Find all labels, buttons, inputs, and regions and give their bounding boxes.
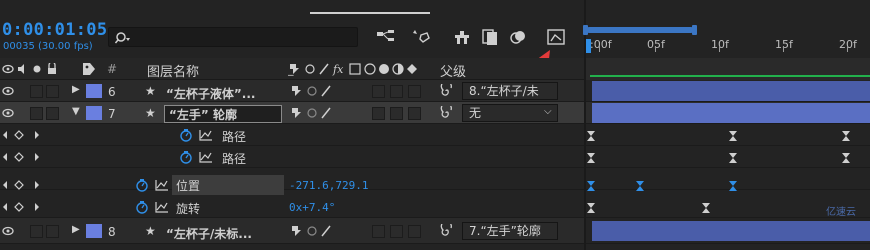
- collapse-triangle-icon[interactable]: ▼: [72, 106, 80, 117]
- number-column-header: #: [107, 62, 118, 76]
- work-area-indicator: [590, 75, 870, 77]
- watermark: 亿速云: [826, 207, 856, 218]
- pickwhip-spiral-icon[interactable]: [440, 106, 454, 120]
- ruler-tick: [655, 46, 656, 52]
- switch-box[interactable]: [372, 225, 385, 238]
- ruler-tick: [783, 46, 784, 52]
- parent-dropdown[interactable]: 7.“左手”轮廓: [462, 222, 558, 240]
- graph-editor-icon[interactable]: [546, 28, 566, 46]
- shape-layer-star-icon: ★: [145, 106, 156, 120]
- current-time-display[interactable]: 0:00:01:05: [2, 20, 107, 40]
- ruler-tick: [847, 46, 848, 52]
- layer-duration-bar[interactable]: [592, 221, 870, 241]
- lock-switch[interactable]: [46, 107, 59, 120]
- keyframe-navigator[interactable]: [2, 180, 42, 190]
- property-name: 路径: [222, 152, 247, 166]
- layer-switches[interactable]: [290, 84, 340, 98]
- composition-flowchart-icon[interactable]: [376, 28, 396, 46]
- layer-number: 6: [108, 85, 116, 99]
- work-area-bar[interactable]: [586, 27, 694, 33]
- layer-number: 8: [108, 225, 116, 239]
- keyframe-navigator[interactable]: [2, 202, 42, 212]
- switch-box[interactable]: [408, 225, 421, 238]
- stopwatch-graph-icons[interactable]: [135, 200, 169, 214]
- layer-name-column-header[interactable]: 图层名称: [147, 61, 199, 80]
- av-switches-header-icon: [2, 63, 56, 74]
- pickwhip-spiral-icon[interactable]: [440, 224, 454, 238]
- ruler-tick: [719, 46, 720, 52]
- shy-layers-icon[interactable]: [452, 28, 472, 46]
- switch-box[interactable]: [390, 85, 403, 98]
- svg-text:fx: fx: [332, 63, 344, 76]
- layer-number: 7: [108, 107, 116, 121]
- frame-blending-icon[interactable]: [480, 28, 500, 46]
- keyframe-navigator[interactable]: [2, 152, 42, 162]
- layer-switches-header-icons: _ fx: [288, 63, 417, 76]
- lock-switch[interactable]: [46, 225, 59, 238]
- solo-switch[interactable]: [30, 85, 43, 98]
- parent-dropdown[interactable]: 8.“左杯子/未: [462, 82, 558, 100]
- visibility-eye-icon[interactable]: [2, 107, 14, 119]
- stopwatch-graph-icons[interactable]: [179, 150, 213, 164]
- switch-box[interactable]: [390, 107, 403, 120]
- motion-blur-icon[interactable]: [508, 28, 528, 46]
- solo-switch[interactable]: [30, 107, 43, 120]
- expand-triangle-icon[interactable]: ▶: [72, 84, 80, 95]
- ruler-label: :00f: [590, 38, 612, 51]
- keyframes[interactable]: [586, 130, 870, 142]
- position-value[interactable]: -271.6,729.1: [289, 179, 368, 192]
- property-name-highlighted[interactable]: 位置: [172, 175, 284, 195]
- keyframes[interactable]: [586, 180, 870, 192]
- stopwatch-graph-icons[interactable]: [135, 178, 169, 192]
- switch-box[interactable]: [390, 225, 403, 238]
- property-row[interactable]: [0, 124, 584, 146]
- pickwhip-spiral-icon[interactable]: [440, 84, 454, 98]
- visibility-eye-icon[interactable]: [2, 85, 14, 97]
- ruler-tick: [599, 46, 600, 52]
- expand-triangle-icon[interactable]: ▶: [72, 224, 80, 235]
- layer-label-color[interactable]: [86, 224, 102, 238]
- work-area-end-handle[interactable]: [692, 25, 697, 35]
- visibility-eye-icon[interactable]: [2, 225, 14, 237]
- chevron-down-icon: ⌵: [544, 106, 552, 117]
- layer-duration-bar[interactable]: [592, 103, 870, 123]
- shape-layer-star-icon: ★: [145, 224, 156, 238]
- switch-box[interactable]: [408, 85, 421, 98]
- solo-switch[interactable]: [30, 225, 43, 238]
- frame-count-display: 00035 (30.00 fps): [3, 41, 93, 52]
- rotation-value[interactable]: 0x+7.4°: [289, 201, 335, 214]
- keyframes[interactable]: [586, 152, 870, 164]
- draft-3d-icon[interactable]: [411, 28, 431, 46]
- property-name: 旋转: [176, 202, 201, 216]
- layer-name-edit-field[interactable]: “左手” 轮廓: [164, 105, 282, 123]
- layer-name[interactable]: “左杯子/未标...: [166, 225, 252, 242]
- switch-box[interactable]: [372, 107, 385, 120]
- layer-search-input[interactable]: [108, 27, 358, 47]
- keyframe-navigator[interactable]: [2, 130, 42, 140]
- stopwatch-graph-icons[interactable]: [179, 128, 213, 142]
- shape-layer-star-icon: ★: [145, 84, 156, 98]
- layer-name[interactable]: “左杯子液体”...: [166, 85, 255, 102]
- parent-column-header[interactable]: 父级: [440, 61, 466, 80]
- panel-drag-bar[interactable]: [310, 12, 430, 14]
- lock-switch[interactable]: [46, 85, 59, 98]
- property-row[interactable]: [0, 146, 584, 168]
- property-name: 路径: [222, 130, 247, 144]
- work-area-start-handle[interactable]: [583, 25, 588, 35]
- switch-box[interactable]: [408, 107, 421, 120]
- layer-label-color[interactable]: [86, 106, 102, 120]
- switch-box[interactable]: [372, 85, 385, 98]
- layer-switches[interactable]: [290, 224, 340, 238]
- layer-switches[interactable]: [290, 106, 340, 120]
- layer-duration-bar[interactable]: [592, 81, 870, 101]
- label-tag-icon: [83, 63, 95, 75]
- layer-label-color[interactable]: [86, 84, 102, 98]
- search-icon: [115, 32, 130, 44]
